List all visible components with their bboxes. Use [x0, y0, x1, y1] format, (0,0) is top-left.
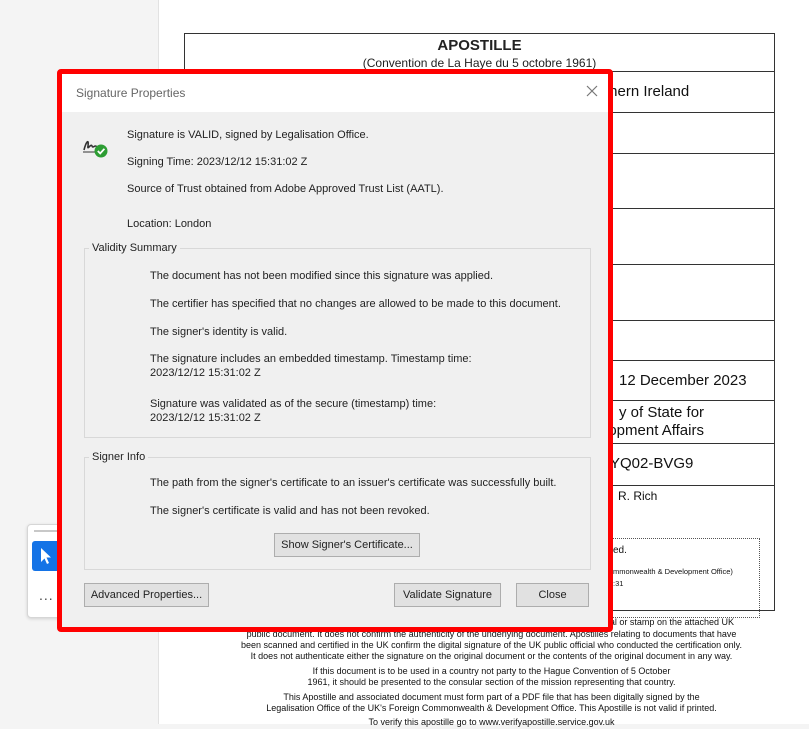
close-icon[interactable] [584, 83, 600, 99]
dialog-title: Signature Properties [76, 86, 186, 100]
date-text: 12 December 2023 [619, 372, 747, 389]
dialog-content: Signature is VALID, signed by Legalisati… [62, 112, 608, 627]
red-highlight-frame: Signature Properties Signature is VALID,… [57, 69, 613, 632]
advanced-properties-button[interactable]: Advanced Properties... [84, 583, 209, 607]
authority-line1: y of State for [619, 404, 705, 421]
cursor-arrow-icon [41, 548, 51, 564]
footer-line-2: been scanned and certified in the UK con… [241, 640, 742, 650]
apostille-subtitle: (Convention de La Haye du 5 octobre 1961… [362, 56, 597, 70]
seal-line3: :31 [613, 579, 624, 588]
validity-summary-title: Validity Summary [89, 242, 180, 254]
signature-status-text: Signature is VALID, signed by Legalisati… [127, 129, 369, 141]
trust-source-text: Source of Trust obtained from Adobe Appr… [127, 183, 444, 195]
more-tools-button[interactable]: ... [39, 587, 54, 603]
seal-line1: ed. [613, 545, 627, 556]
footer-line-8: To verify this apostille go to www.verif… [368, 717, 615, 727]
validity-item-validated: Signature was validated as of the secure… [150, 398, 437, 410]
footer-line-4: If this document is to be used in a coun… [312, 666, 671, 676]
footer-line-3: It does not authenticate either the sign… [250, 651, 733, 661]
seal-line2: mmonwealth & Development Office) [613, 567, 733, 576]
footer-line-6: This Apostille and associated document m… [283, 692, 700, 702]
validity-item-no-changes: The certifier has specified that no chan… [150, 298, 561, 310]
footer-line-7: Legalisation Office of the UK's Foreign … [266, 703, 717, 713]
close-button[interactable]: Close [516, 583, 589, 607]
country-text: thern Ireland [605, 83, 690, 100]
signer-info-title: Signer Info [89, 451, 149, 463]
apostille-title: APOSTILLE [437, 37, 522, 54]
validity-item-identity: The signer's identity is valid. [150, 326, 288, 338]
location-text: Location: London [127, 218, 212, 230]
show-signer-certificate-button[interactable]: Show Signer's Certificate... [274, 533, 420, 557]
authority-line2: lopment Affairs [605, 422, 704, 439]
valid-signature-icon [83, 140, 108, 158]
validity-item-timestamp-time: 2023/12/12 15:31:02 Z [150, 367, 261, 379]
signatory-name: R. Rich [618, 489, 658, 503]
validate-signature-button[interactable]: Validate Signature [394, 583, 501, 607]
signing-time-text: Signing Time: 2023/12/12 15:31:02 Z [127, 156, 308, 168]
signer-info-valid: The signer's certificate is valid and ha… [150, 505, 430, 517]
apostille-header-row: APOSTILLE (Convention de La Haye du 5 oc… [185, 34, 774, 72]
seal-box: ed. mmonwealth & Development Office) :31 [610, 538, 760, 618]
validity-item-validated-time: 2023/12/12 15:31:02 Z [150, 412, 261, 424]
footer-line-5: 1961, it should be presented to the cons… [307, 677, 676, 687]
number-text: -YQ02-BVG9 [605, 455, 694, 472]
dialog-titlebar[interactable]: Signature Properties [62, 74, 608, 112]
signer-info-path: The path from the signer's certificate t… [150, 477, 557, 489]
validity-item-timestamp: The signature includes an embedded times… [150, 353, 472, 365]
validity-item-not-modified: The document has not been modified since… [150, 270, 494, 282]
signature-properties-dialog: Signature Properties Signature is VALID,… [62, 74, 608, 627]
